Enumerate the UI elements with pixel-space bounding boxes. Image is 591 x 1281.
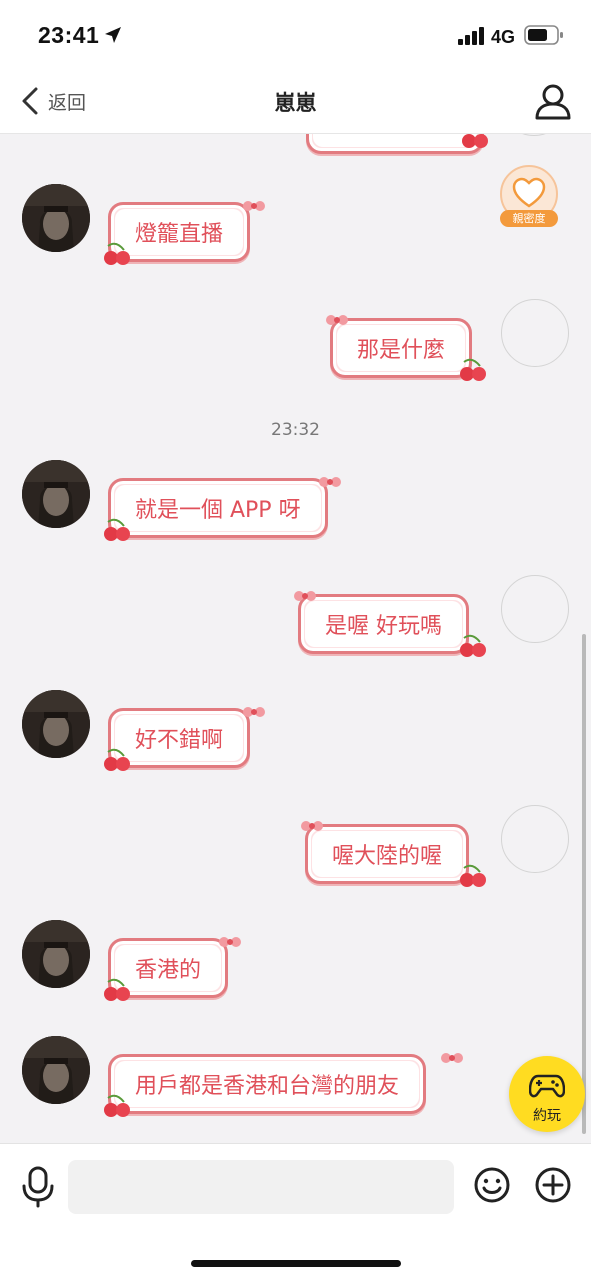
cherry-icon [462,134,488,148]
bow-icon [219,937,241,947]
avatar-photo [22,184,90,252]
cherry-icon [460,864,486,887]
nav-bar: 返回 崽崽 [0,70,591,134]
cherry-icon [460,358,486,381]
avatar-photo [22,690,90,758]
cherry-icon [460,634,486,657]
contact-avatar[interactable] [22,920,90,988]
message-bubble[interactable]: 用戶都是香港和台灣的朋友 [108,1054,427,1114]
contact-avatar[interactable] [22,690,90,758]
message-input[interactable] [68,1160,454,1214]
message-text: 喔大陸的喔 [332,844,443,869]
intimacy-badge[interactable]: 親密度 [497,164,561,228]
avatar-photo [22,460,90,528]
contact-avatar[interactable] [22,460,90,528]
cherry-icon [104,978,130,1001]
message-text: 好不錯啊 [135,728,224,753]
message-text: 用戶都是香港和台灣的朋友 [135,1074,400,1099]
bow-icon [441,1053,463,1063]
play-together-button[interactable]: 約玩 [509,1056,585,1132]
person-icon[interactable] [534,82,572,120]
page-title: 崽崽 [274,91,317,115]
location-arrow-icon [105,27,121,43]
message-timestamp: 23:32 [271,420,320,440]
cherry-icon [104,748,130,771]
chat-area[interactable]: 親密度 燈籠直播 那是什麼 23:32 就是一個 APP 呀 是喔 好玩嗎 好不… [0,134,591,1143]
self-avatar [501,805,569,873]
message-bubble[interactable]: 是喔 好玩嗎 [298,594,469,654]
network-type: 4G [491,27,516,47]
message-text: 那是什麼 [357,338,446,363]
contact-avatar[interactable] [22,184,90,252]
avatar-photo [22,920,90,988]
self-avatar [501,575,569,643]
message-text: 燈籠直播 [135,222,224,247]
message-bubble-partial [306,134,484,154]
message-text: 香港的 [135,958,202,983]
cherry-icon [104,242,130,265]
status-time: 23:41 [38,22,100,48]
plus-circle-icon[interactable] [534,1166,572,1204]
cherry-icon [104,518,130,541]
message-text: 是喔 好玩嗎 [325,614,442,639]
message-text: 就是一個 APP 呀 [135,498,301,523]
message-bubble[interactable]: 那是什麼 [330,318,473,378]
signal-icon [458,27,484,45]
bow-icon [301,821,323,831]
cherry-icon [104,1094,130,1117]
play-together-label: 約玩 [533,1108,561,1124]
status-bar: 23:41 4G [0,0,591,70]
battery-icon [524,25,563,45]
contact-avatar[interactable] [22,1036,90,1104]
intimacy-label: 親密度 [500,210,558,227]
avatar-photo [22,1036,90,1104]
gamepad-icon [529,1074,565,1098]
smiley-icon[interactable] [473,1166,511,1204]
message-bubble[interactable]: 就是一個 APP 呀 [108,478,328,538]
message-bubble[interactable]: 喔大陸的喔 [305,824,470,884]
bow-icon [243,201,265,211]
self-avatar [500,134,568,136]
scrollbar[interactable] [582,634,586,1134]
self-avatar [501,299,569,367]
bow-icon [326,315,348,325]
home-indicator[interactable] [191,1260,401,1267]
microphone-icon[interactable] [20,1166,56,1208]
bow-icon [243,707,265,717]
bow-icon [294,591,316,601]
input-bar [0,1143,591,1281]
bow-icon [319,477,341,487]
